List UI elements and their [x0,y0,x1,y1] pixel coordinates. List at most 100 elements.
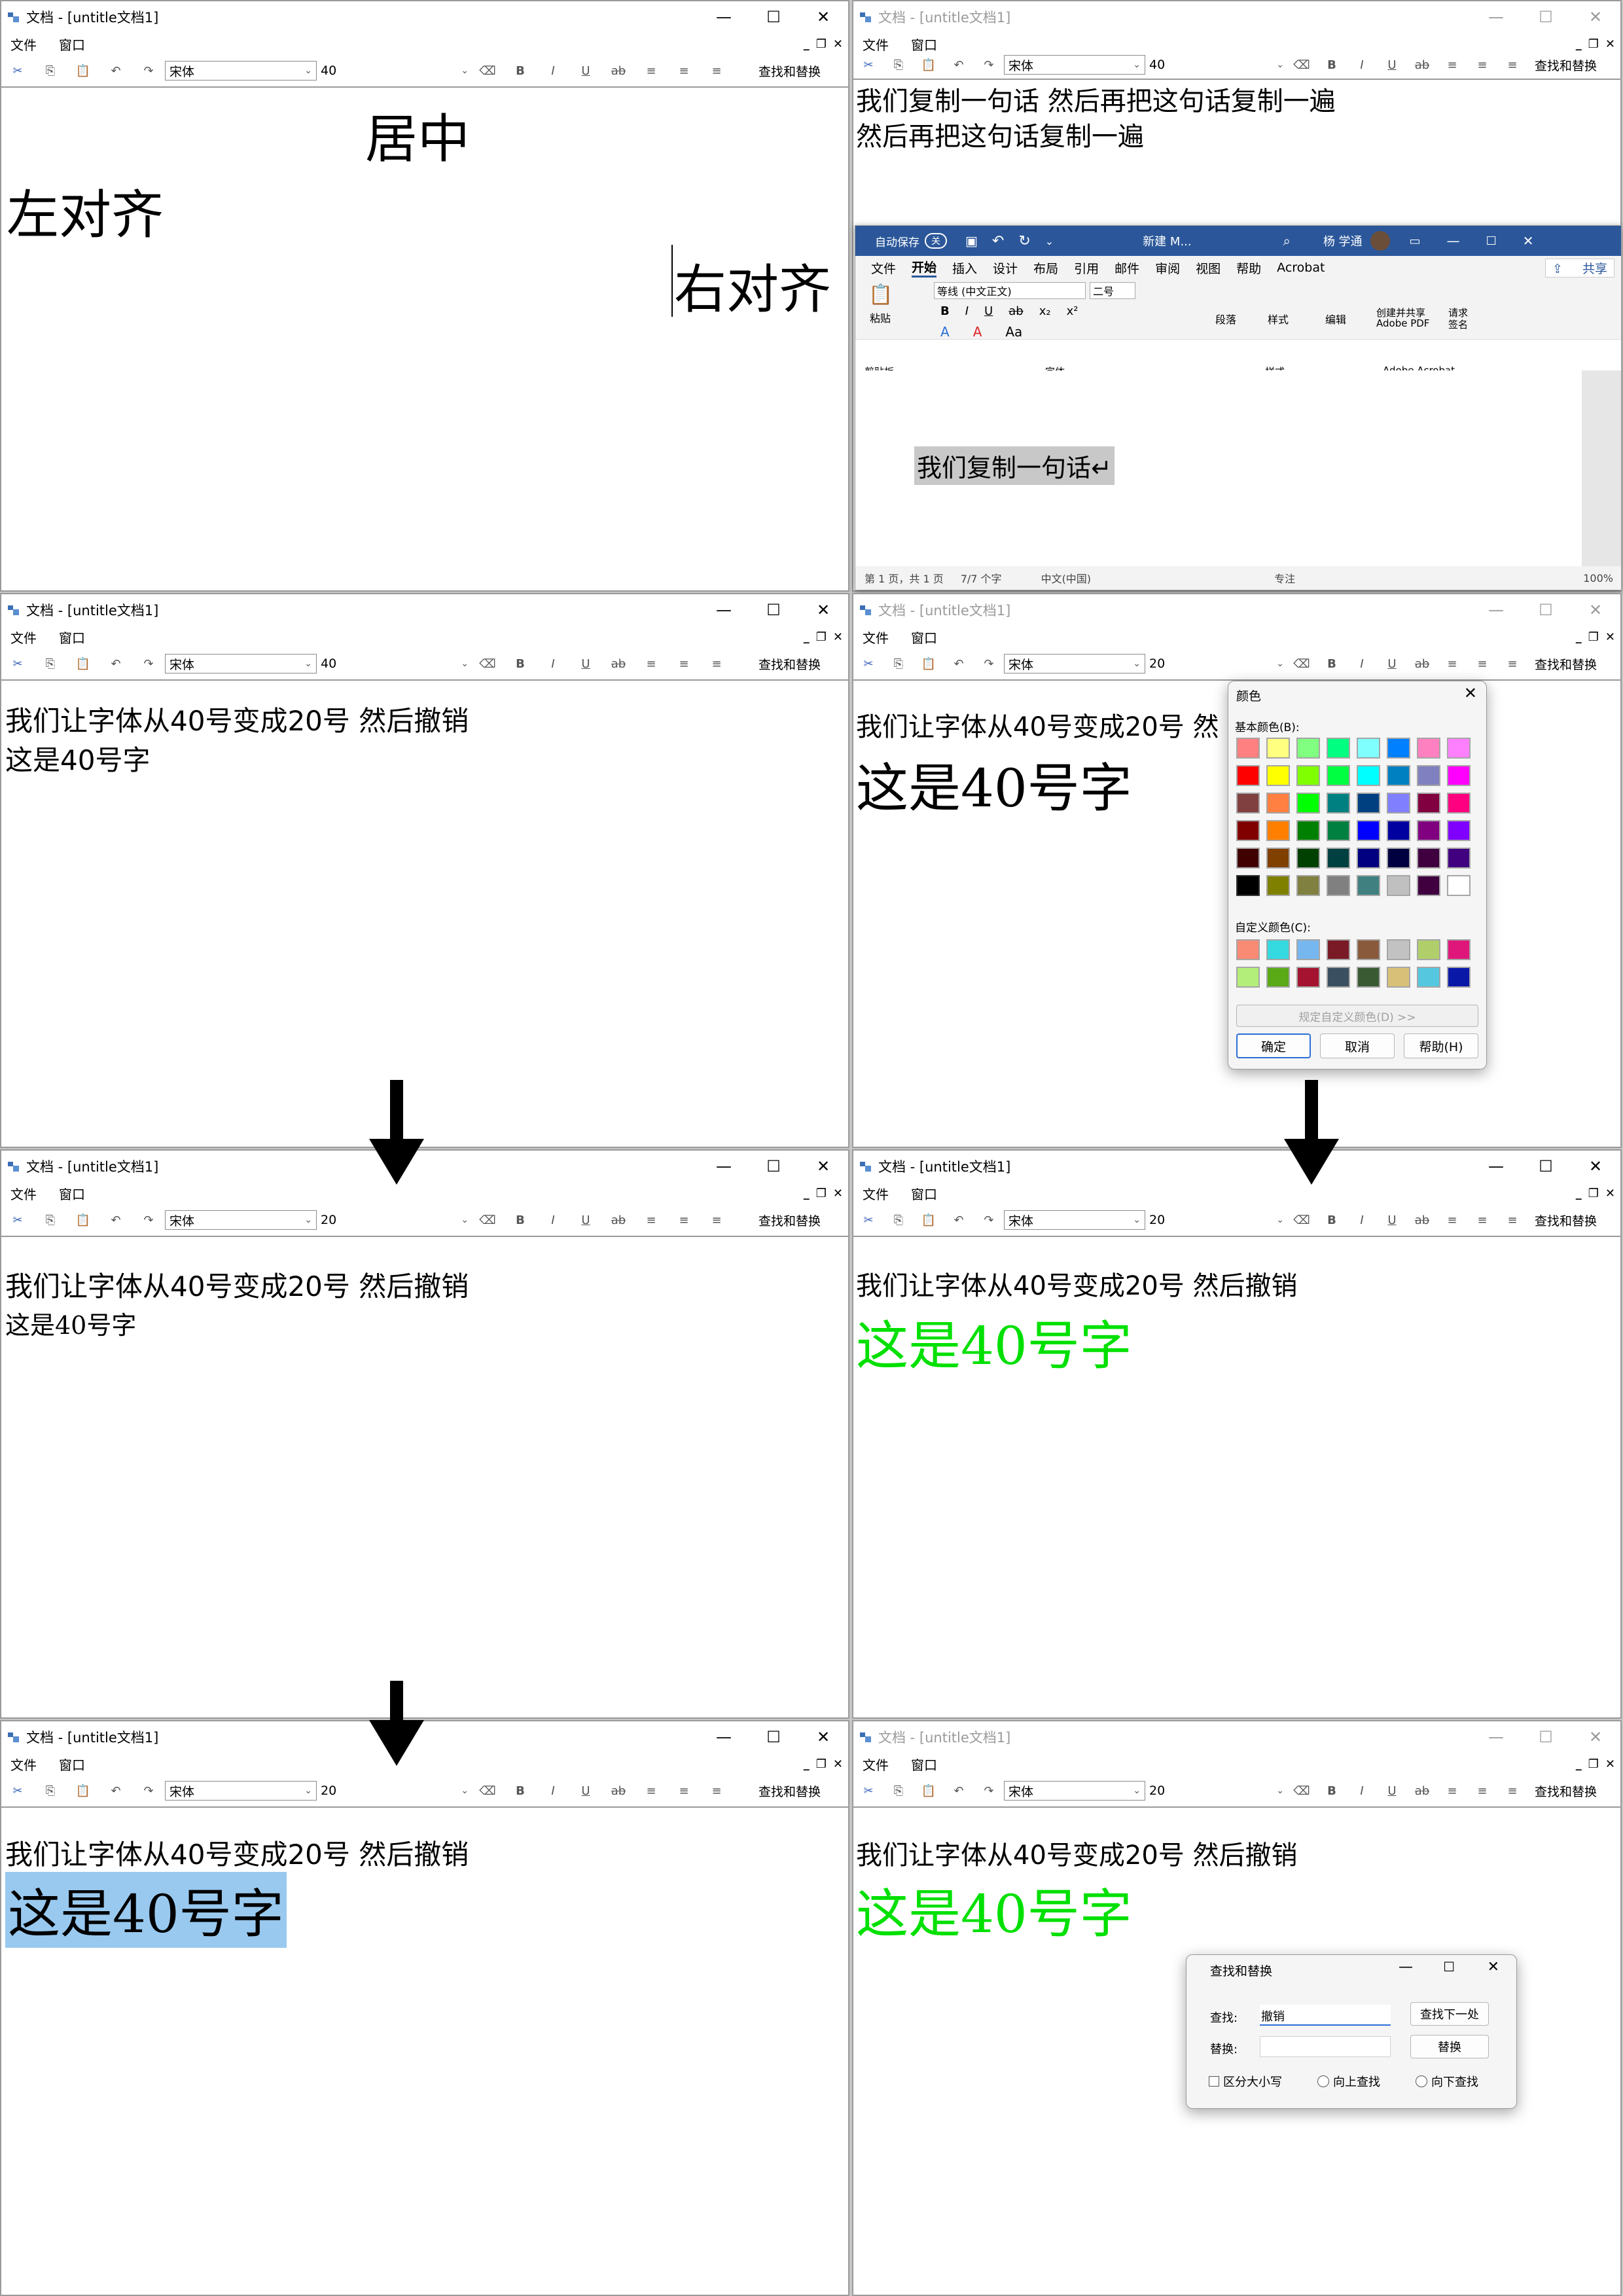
mdi-restore-button[interactable]: ❐ [816,1187,827,1200]
color-swatch[interactable] [1387,820,1410,841]
help-button[interactable]: 帮助(H) [1404,1033,1478,1058]
color-swatch[interactable] [1266,765,1290,786]
find-replace-button[interactable]: 查找和替换 [1535,1211,1597,1229]
color-swatch[interactable] [1296,967,1320,988]
menu-window[interactable]: 窗口 [59,35,85,54]
align-left-icon[interactable]: ≡ [635,657,668,671]
close-button[interactable]: ✕ [1571,594,1620,626]
mdi-close-button[interactable]: ✕ [833,1187,843,1200]
paste-icon[interactable]: 📋 [67,1213,99,1227]
mdi-minimize-button[interactable]: _ [1576,630,1582,644]
redo-icon[interactable]: ↷ [974,1213,1004,1227]
maximize-button[interactable]: ☐ [1443,1959,1455,1975]
color-swatch[interactable] [1327,765,1350,786]
strikethrough-icon[interactable]: ab [602,1213,635,1227]
color-swatch[interactable] [1357,738,1380,759]
eraser-icon[interactable]: ⌫ [1287,1213,1317,1227]
align-left-icon[interactable]: ≡ [1437,1784,1467,1798]
align-right-icon[interactable]: ≡ [1497,657,1527,671]
color-swatch[interactable] [1236,875,1260,896]
editing-label[interactable]: 编辑 [1325,311,1346,327]
mdi-minimize-button[interactable]: _ [1576,37,1582,51]
menu-file[interactable]: 文件 [10,628,37,647]
minimize-button[interactable]: — [1399,1959,1413,1975]
adobe-pdf-label[interactable]: Adobe PDF [1376,317,1429,329]
sign-label[interactable]: 签名 [1448,317,1468,331]
tab-file[interactable]: 文件 [871,259,896,277]
find-input[interactable]: 撤销 [1260,2005,1391,2026]
underline-icon[interactable]: U [569,1784,602,1798]
font-name-select[interactable]: 宋体 ⌄ [1004,654,1145,673]
align-left-icon[interactable]: ≡ [1437,657,1467,671]
mdi-minimize-button[interactable]: _ [1576,1757,1582,1771]
search-up-radio[interactable]: 向上查找 [1317,2073,1380,2090]
ribbon-display-icon[interactable]: ▭ [1410,234,1421,248]
mdi-restore-button[interactable]: ❐ [1588,1187,1599,1200]
color-swatch[interactable] [1417,738,1440,759]
underline-icon[interactable]: U [569,64,602,78]
menu-file[interactable]: 文件 [863,1184,889,1203]
mdi-minimize-button[interactable]: _ [804,37,810,51]
font-size-select[interactable]: 20 ⌄ [1145,1210,1287,1230]
replace-input[interactable] [1260,2036,1391,2057]
color-swatch[interactable] [1357,820,1380,841]
italic-icon[interactable]: I [537,64,569,78]
bold-icon[interactable]: B [504,1784,537,1798]
color-swatch[interactable] [1266,875,1290,896]
align-right-icon[interactable]: ≡ [1497,1784,1527,1798]
cut-icon[interactable]: ✂ [1,657,34,671]
customize-icon[interactable]: ⌄ [1045,235,1054,247]
tab-references[interactable]: 引用 [1074,259,1099,277]
color-swatch[interactable] [1447,765,1471,786]
font-size-select[interactable]: 20 ⌄ [317,1210,471,1230]
italic-icon[interactable]: I [965,304,969,318]
redo-icon[interactable]: ↷ [974,1784,1004,1798]
mdi-minimize-button[interactable]: _ [1576,1187,1582,1200]
document-area[interactable]: 我们让字体从40号变成20号 然后撤销 这是40号字 [1,1238,848,1717]
close-button[interactable]: ✕ [1571,1151,1620,1182]
search-down-radio[interactable]: 向下查找 [1416,2073,1478,2090]
font-size-select[interactable]: 40 ⌄ [317,654,471,673]
cut-icon[interactable]: ✂ [1,1213,34,1227]
close-button[interactable]: ✕ [798,1721,848,1753]
underline-icon[interactable]: U [569,1213,602,1227]
underline-icon[interactable]: U [1377,657,1407,671]
close-button[interactable]: ✕ [798,1151,848,1182]
find-replace-button[interactable]: 查找和替换 [758,62,821,80]
align-left-icon[interactable]: ≡ [635,64,668,78]
word-doc-name[interactable]: 新建 M... [1143,232,1191,249]
color-swatch[interactable] [1417,765,1440,786]
find-replace-button[interactable]: 查找和替换 [1535,1782,1597,1800]
paste-icon[interactable]: 📋 [914,1213,944,1227]
word-user-name[interactable]: 杨 学通 [1323,232,1363,249]
color-swatch[interactable] [1327,967,1350,988]
align-center-icon[interactable]: ≡ [668,1213,700,1227]
tab-design[interactable]: 设计 [993,259,1018,277]
color-swatch[interactable] [1236,939,1260,960]
color-swatch[interactable] [1236,738,1260,759]
redo-icon[interactable]: ↷ [132,1784,165,1798]
bold-icon[interactable]: B [1317,657,1347,671]
color-swatch[interactable] [1266,793,1290,814]
cancel-button[interactable]: 取消 [1320,1033,1395,1058]
color-swatch[interactable] [1387,765,1410,786]
minimize-button[interactable]: — [699,1,749,33]
strikethrough-icon[interactable]: ab [1008,304,1023,318]
strikethrough-icon[interactable]: ab [602,64,635,78]
word-font-name[interactable]: 等线 (中文正文) [934,282,1086,299]
replace-button[interactable]: 替换 [1410,2035,1489,2058]
align-right-icon[interactable]: ≡ [1497,58,1527,72]
color-swatch[interactable] [1327,793,1350,814]
mdi-minimize-button[interactable]: _ [804,1757,810,1771]
bold-icon[interactable]: B [1317,1784,1347,1798]
minimize-button[interactable]: — [699,1151,749,1182]
mdi-minimize-button[interactable]: _ [804,1187,810,1200]
strikethrough-icon[interactable]: ab [602,657,635,671]
styles-label[interactable]: 样式 [1268,311,1289,327]
find-next-button[interactable]: 查找下一处 [1410,2002,1489,2026]
find-replace-button[interactable]: 查找和替换 [758,1211,821,1229]
color-swatch[interactable] [1296,848,1320,869]
cut-icon[interactable]: ✂ [853,657,883,671]
color-swatch[interactable] [1417,875,1440,896]
case-sensitive-checkbox[interactable]: 区分大小写 [1209,2073,1282,2090]
